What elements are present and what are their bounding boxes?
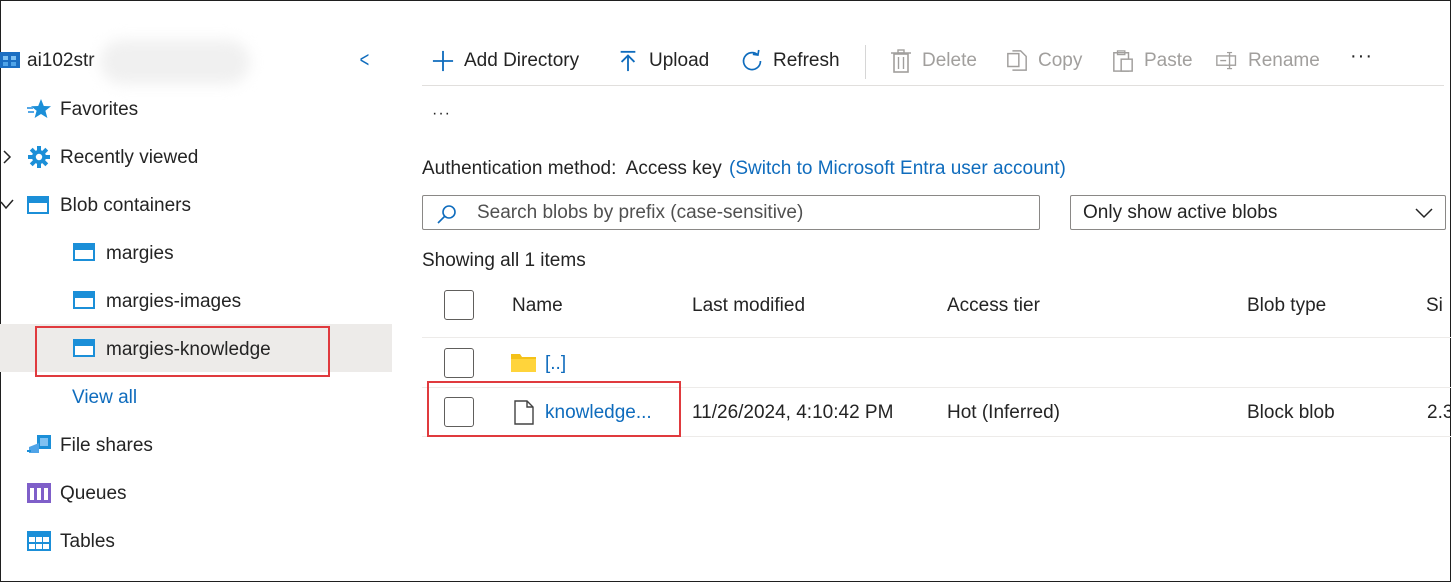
container-icon bbox=[73, 291, 95, 309]
row-checkbox[interactable] bbox=[444, 348, 474, 378]
overflow-menu-button[interactable]: ··· bbox=[432, 104, 451, 124]
upload-icon bbox=[620, 50, 636, 72]
header-divider bbox=[422, 337, 1451, 338]
chevron-right-icon[interactable] bbox=[2, 149, 12, 165]
add-directory-button[interactable]: Add Directory bbox=[432, 46, 579, 76]
rename-icon bbox=[1216, 51, 1237, 70]
toolbar-underline bbox=[422, 85, 1444, 86]
paste-icon bbox=[1113, 50, 1133, 72]
file-shares-icon bbox=[27, 435, 51, 453]
chevron-down-icon[interactable] bbox=[0, 199, 16, 211]
column-header-blob-type[interactable]: Blob type bbox=[1247, 294, 1326, 318]
highlight-box-selected-container bbox=[35, 326, 330, 377]
sidebar-item-tables[interactable]: Tables bbox=[0, 518, 392, 566]
sidebar-item-queues[interactable]: Queues bbox=[0, 470, 392, 518]
select-all-checkbox[interactable] bbox=[444, 290, 474, 320]
search-icon bbox=[437, 205, 456, 224]
rename-button[interactable]: Rename bbox=[1216, 46, 1320, 76]
storage-account-icon bbox=[0, 52, 20, 68]
sidebar-item-margies-images[interactable]: margies-images bbox=[0, 278, 392, 326]
sidebar-item-favorites[interactable]: Favorites bbox=[0, 86, 392, 134]
view-all-link[interactable]: View all bbox=[72, 386, 137, 410]
copy-button[interactable]: Copy bbox=[1006, 46, 1082, 76]
auth-method-label: Authentication method: bbox=[422, 158, 617, 179]
delete-label: Delete bbox=[922, 50, 977, 71]
tables-icon bbox=[27, 531, 51, 551]
copy-icon bbox=[1007, 50, 1027, 71]
auth-method-value: Access key bbox=[625, 158, 722, 179]
sidebar-item-file-shares[interactable]: File shares bbox=[0, 422, 392, 470]
column-header-name[interactable]: Name bbox=[512, 294, 563, 318]
auth-method-line: Authentication method: Access key (Switc… bbox=[422, 157, 1066, 181]
trash-icon bbox=[891, 49, 911, 73]
sidebar-item-label: Favorites bbox=[60, 99, 139, 120]
sidebar-item-recently-viewed[interactable]: Recently viewed bbox=[0, 134, 392, 182]
queues-icon bbox=[27, 483, 51, 503]
blob-size: 2.3 bbox=[1427, 402, 1451, 423]
blob-type: Block blob bbox=[1247, 402, 1335, 423]
column-header-last-modified[interactable]: Last modified bbox=[692, 294, 805, 318]
switch-auth-link[interactable]: (Switch to Microsoft Entra user account) bbox=[729, 158, 1066, 179]
delete-button[interactable]: Delete bbox=[890, 46, 977, 76]
blob-access-tier: Hot (Inferred) bbox=[947, 402, 1060, 423]
paste-label: Paste bbox=[1144, 50, 1193, 71]
sidebar-item-label: Tables bbox=[60, 531, 115, 552]
items-summary: Showing all 1 items bbox=[422, 250, 586, 271]
search-input[interactable]: Search blobs by prefix (case-sensitive) bbox=[422, 195, 1040, 230]
blob-filter-selected: Only show active blobs bbox=[1083, 202, 1278, 223]
storage-account-name: ai102str bbox=[27, 50, 95, 71]
column-header-access-tier[interactable]: Access tier bbox=[947, 294, 1040, 318]
add-directory-label: Add Directory bbox=[464, 50, 580, 71]
sidebar-item-margies[interactable]: margies bbox=[0, 230, 392, 278]
sidebar-item-label: Blob containers bbox=[60, 195, 191, 216]
blob-filter-dropdown[interactable]: Only show active blobs bbox=[1070, 195, 1446, 230]
chevron-down-icon bbox=[1415, 208, 1433, 219]
highlight-box-blob-row bbox=[427, 381, 681, 437]
folder-icon bbox=[511, 354, 536, 372]
refresh-label: Refresh bbox=[773, 50, 840, 71]
sidebar-item-label: Recently viewed bbox=[60, 147, 199, 168]
blob-containers-icon bbox=[27, 196, 49, 214]
sidebar-item-label: Queues bbox=[60, 483, 127, 504]
toolbar-divider bbox=[865, 45, 866, 79]
refresh-button[interactable]: Refresh bbox=[741, 46, 840, 76]
favorites-star-icon bbox=[27, 99, 51, 118]
blob-last-modified: 11/26/2024, 4:10:42 PM bbox=[692, 402, 894, 423]
upload-button[interactable]: Upload bbox=[617, 46, 709, 76]
paste-button[interactable]: Paste bbox=[1112, 46, 1193, 76]
plus-icon bbox=[432, 50, 454, 72]
sidebar-item-label: File shares bbox=[60, 435, 153, 456]
parent-directory-link[interactable]: [..] bbox=[545, 352, 566, 376]
collapse-sidebar-button[interactable]: < bbox=[360, 48, 370, 72]
redacted-name-blur bbox=[100, 40, 250, 84]
sidebar-item-label: margies bbox=[106, 243, 174, 264]
upload-label: Upload bbox=[649, 50, 710, 71]
more-commands-button[interactable]: ··· bbox=[1350, 44, 1373, 68]
column-header-size[interactable]: Si bbox=[1426, 294, 1443, 318]
search-placeholder: Search blobs by prefix (case-sensitive) bbox=[477, 202, 804, 223]
refresh-icon bbox=[742, 49, 762, 71]
rename-label: Rename bbox=[1248, 50, 1320, 71]
container-icon bbox=[73, 243, 95, 261]
recently-viewed-gear-icon bbox=[28, 146, 50, 168]
sidebar-item-blob-containers[interactable]: Blob containers bbox=[0, 182, 392, 230]
copy-label: Copy bbox=[1038, 50, 1083, 71]
sidebar-item-label: margies-images bbox=[106, 291, 242, 312]
